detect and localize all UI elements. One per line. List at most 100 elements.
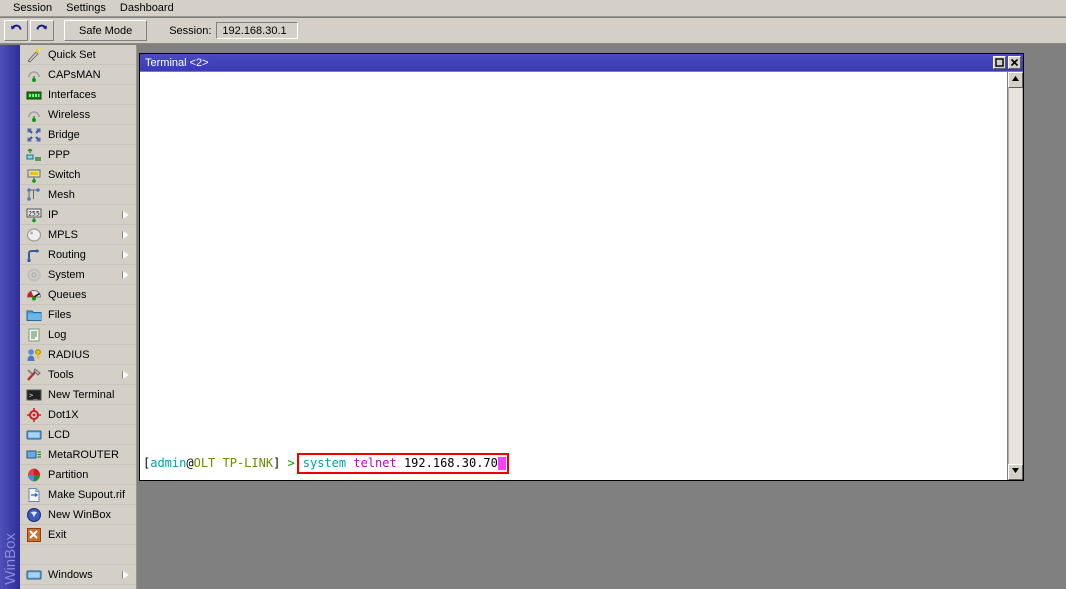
sidebar-item-quick-set[interactable]: Quick Set — [20, 45, 136, 65]
redo-arrow-icon — [35, 22, 49, 39]
switch-icon — [26, 167, 42, 183]
sidebar-item-label: Switch — [48, 168, 81, 181]
routing-icon — [26, 247, 42, 263]
sidebar-separator — [20, 545, 136, 565]
lcd-icon — [26, 427, 42, 443]
exit-icon — [26, 527, 42, 543]
terminal-icon: >_ — [26, 387, 42, 403]
sidebar-item-system[interactable]: System — [20, 265, 136, 285]
sidebar-item-label: RADIUS — [48, 348, 90, 361]
sidebar-item-label: Routing — [48, 248, 86, 261]
prompt-caret: > — [287, 456, 295, 470]
close-icon — [1010, 58, 1019, 67]
sidebar-item-dot1x[interactable]: Dot1X — [20, 405, 136, 425]
ppp-icon — [26, 147, 42, 163]
sidebar-item-interfaces[interactable]: Interfaces — [20, 85, 136, 105]
terminal-output-area[interactable]: [admin @ OLT TP-LINK] > system telnet 192.… — [140, 72, 1007, 480]
lcd-icon — [26, 567, 42, 583]
sidebar-item-mpls[interactable]: MPLS — [20, 225, 136, 245]
command-word-system: system — [302, 456, 347, 470]
submenu-arrow-icon — [123, 370, 129, 379]
sidebar-item-label: MPLS — [48, 228, 78, 241]
sidebar-item-log[interactable]: Log — [20, 325, 136, 345]
undo-button[interactable] — [4, 20, 28, 41]
sidebar-item-switch[interactable]: Switch — [20, 165, 136, 185]
sidebar-item-label: Windows — [48, 568, 93, 581]
menubar-item-settings[interactable]: Settings — [59, 1, 113, 15]
terminal-maximize-button[interactable] — [993, 56, 1006, 69]
sidebar-item-make-supout-rif[interactable]: Make Supout.rif — [20, 485, 136, 505]
terminal-prompt-line: [admin @ OLT TP-LINK] > system telnet 192.… — [143, 453, 509, 474]
ethernet-icon — [26, 87, 42, 103]
menubar-item-session[interactable]: Session — [6, 1, 59, 15]
sidebar-item-new-terminal[interactable]: >_ New Terminal — [20, 385, 136, 405]
sidebar-item-capsman[interactable]: CAPsMAN — [20, 65, 136, 85]
sidebar-item-label: Dot1X — [48, 408, 79, 421]
menubar-item-dashboard[interactable]: Dashboard — [113, 1, 181, 15]
terminal-window: Terminal <2> [admin @ OLT TP-LINK] > syste… — [139, 53, 1024, 481]
terminal-body: [admin @ OLT TP-LINK] > system telnet 192.… — [140, 71, 1023, 480]
sidebar-item-metarouter[interactable]: MetaROUTER — [20, 445, 136, 465]
sidebar-item-label: Log — [48, 328, 67, 341]
sidebar-item-label: MetaROUTER — [48, 448, 119, 461]
log-icon — [26, 327, 42, 343]
sidebar-item-label: Wireless — [48, 108, 91, 121]
sidebar-item-exit[interactable]: Exit — [20, 525, 136, 545]
text-cursor — [497, 457, 506, 470]
ip-255-icon: 255 — [26, 207, 42, 223]
winbox-icon — [26, 507, 42, 523]
prompt-username: admin — [150, 456, 187, 470]
terminal-close-button[interactable] — [1008, 56, 1021, 69]
folder-icon — [26, 307, 42, 323]
dot1x-icon — [26, 407, 42, 423]
sidebar-item-mesh[interactable]: Mesh — [20, 185, 136, 205]
sidebar-item-label: New Terminal — [48, 388, 115, 401]
toolbar: Safe Mode Session: 192.168.30.1 — [0, 18, 1066, 44]
sidebar-item-label: System — [48, 268, 85, 281]
sidebar-item-label: CAPsMAN — [48, 68, 101, 81]
sidebar-item-label: LCD — [48, 428, 71, 441]
sidebar-item-label: Interfaces — [48, 88, 97, 101]
sidebar-item-label: Partition — [48, 468, 89, 481]
sidebar-item-routing[interactable]: Routing — [20, 245, 136, 265]
session-address-field[interactable]: 192.168.30.1 — [216, 22, 299, 39]
sidebar-item-bridge[interactable]: Bridge — [20, 125, 136, 145]
safe-mode-button[interactable]: Safe Mode — [64, 20, 148, 41]
redo-button[interactable] — [30, 20, 54, 41]
submenu-arrow-icon — [123, 250, 129, 259]
radius-key-icon — [26, 347, 42, 363]
sidebar-item-radius[interactable]: RADIUS — [20, 345, 136, 365]
sidebar-item-windows[interactable]: Windows — [20, 565, 136, 585]
scroll-down-arrow-icon — [1011, 466, 1020, 478]
sidebar-item-label: Make Supout.rif — [48, 488, 126, 501]
queues-icon — [26, 287, 42, 303]
terminal-title-label: Terminal <2> — [145, 56, 209, 69]
sidebar-item-ip[interactable]: 255 IP — [20, 205, 136, 225]
sidebar-menu: Quick Set CAPsMAN Interfaces Wireless Bridge… — [20, 45, 137, 589]
sidebar-item-wireless[interactable]: Wireless — [20, 105, 136, 125]
sidebar-item-label: PPP — [48, 148, 71, 161]
scrollbar-down-button[interactable] — [1008, 464, 1023, 480]
svg-text:255: 255 — [28, 209, 40, 217]
sidebar-item-new-winbox[interactable]: New WinBox — [20, 505, 136, 525]
menu-bar: Session Settings Dashboard — [0, 0, 1066, 17]
scrollbar-track[interactable] — [1008, 88, 1023, 464]
sidebar-item-label: Quick Set — [48, 48, 96, 61]
sidebar-item-partition[interactable]: Partition — [20, 465, 136, 485]
svg-text:>_: >_ — [29, 391, 38, 399]
partition-icon — [26, 467, 42, 483]
terminal-scrollbar[interactable] — [1007, 72, 1023, 480]
sidebar-item-tools[interactable]: Tools — [20, 365, 136, 385]
sidebar-item-label: New WinBox — [48, 508, 111, 521]
scrollbar-up-button[interactable] — [1008, 72, 1023, 88]
sidebar-item-files[interactable]: Files — [20, 305, 136, 325]
mpls-icon — [26, 227, 42, 243]
sidebar-item-ppp[interactable]: PPP — [20, 145, 136, 165]
sidebar-item-lcd[interactable]: LCD — [20, 425, 136, 445]
bridge-icon — [26, 127, 42, 143]
supout-icon — [26, 487, 42, 503]
sidebar-item-queues[interactable]: Queues — [20, 285, 136, 305]
submenu-arrow-icon — [123, 570, 129, 579]
terminal-titlebar[interactable]: Terminal <2> — [140, 54, 1023, 71]
sidebar-item-label: Mesh — [48, 188, 75, 201]
